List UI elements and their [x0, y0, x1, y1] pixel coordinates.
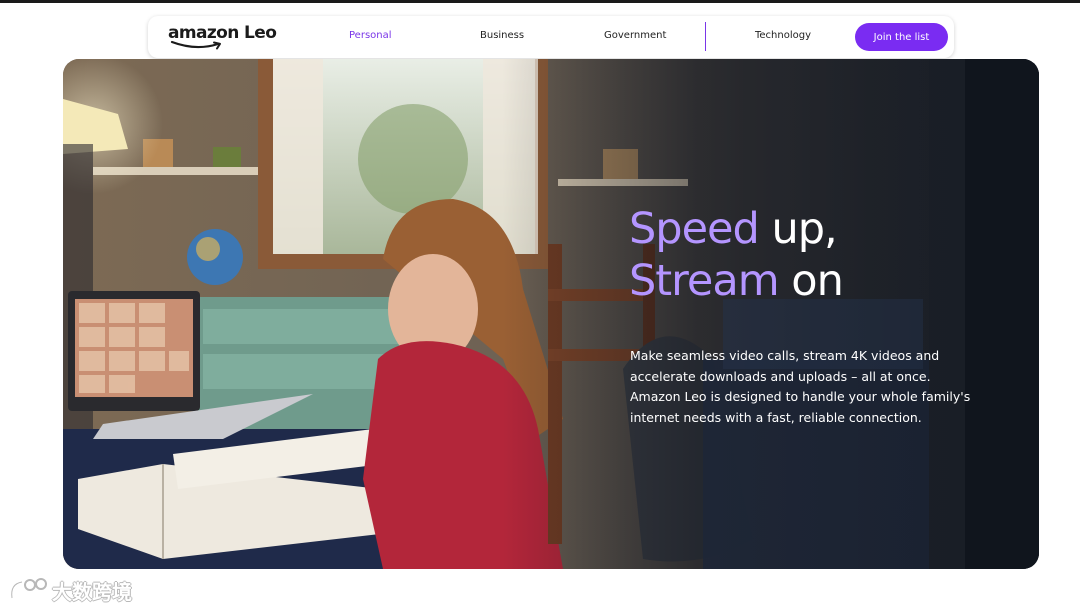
nav-divider: [705, 22, 706, 51]
hero-overlay: [63, 59, 1039, 569]
hero-banner: Speed up, Stream on Make seamless video …: [63, 59, 1039, 569]
top-edge-bar: [0, 0, 1080, 3]
headline-accent-2: Stream: [629, 256, 780, 306]
headline-accent-1: Speed: [629, 204, 760, 254]
watermark-text: 大数跨境: [52, 580, 132, 604]
headline-line-1: Speed up,: [629, 203, 843, 255]
nav-technology[interactable]: Technology: [755, 30, 811, 41]
headline-rest-2: on: [778, 256, 844, 306]
top-navigation-bar: amazon Leo Personal Business Government …: [148, 16, 954, 58]
headline-rest-1: up,: [758, 204, 837, 254]
nav-personal[interactable]: Personal: [349, 30, 392, 41]
hero-headline: Speed up, Stream on: [629, 203, 844, 307]
hero-body-text: Make seamless video calls, stream 4K vid…: [630, 348, 971, 425]
nav-government[interactable]: Government: [604, 30, 666, 41]
amazon-smile-logo-icon: [170, 40, 221, 50]
watermark-logo-icon: [10, 578, 47, 599]
headline-line-2: Stream on: [629, 255, 844, 307]
nav-business[interactable]: Business: [480, 30, 524, 41]
join-the-list-button[interactable]: Join the list: [855, 23, 948, 51]
